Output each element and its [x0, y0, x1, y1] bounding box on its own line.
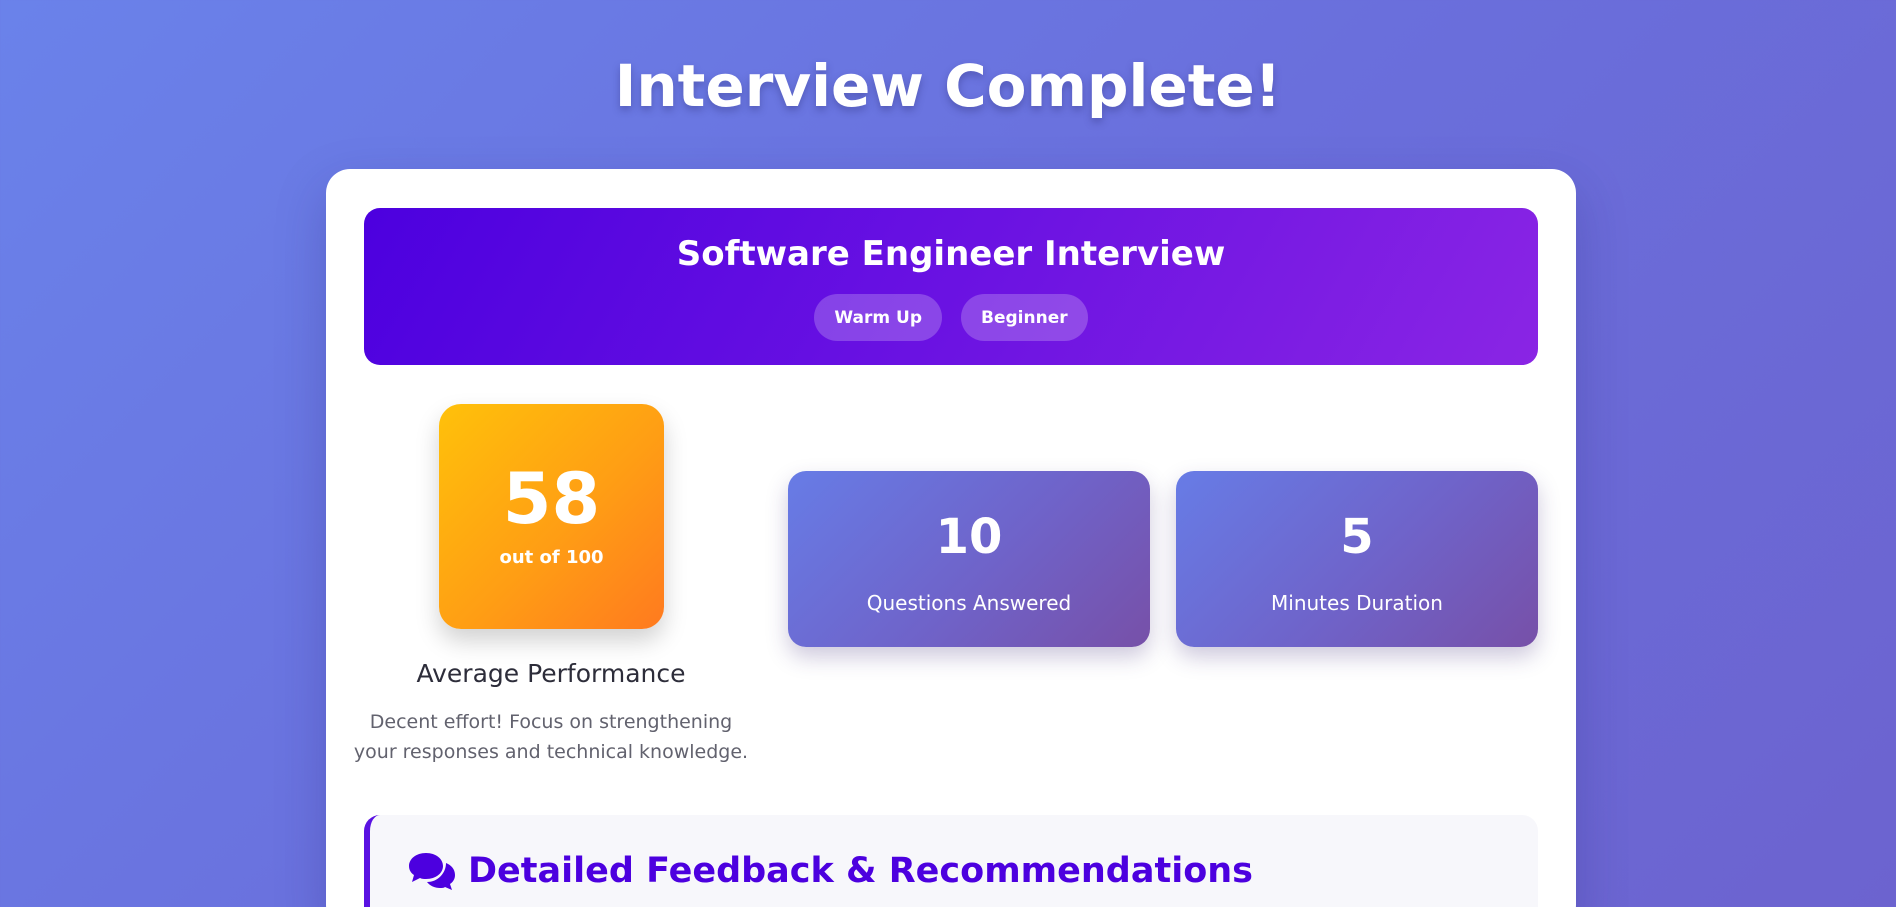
- feedback-heading: Detailed Feedback & Recommendations: [408, 851, 1253, 891]
- stat-value: 10: [935, 509, 1003, 565]
- score-value: 58: [502, 458, 601, 540]
- stat-value: 5: [1340, 509, 1374, 565]
- stat-card-duration: 5 Minutes Duration: [1176, 471, 1538, 647]
- stat-label: Minutes Duration: [1271, 591, 1443, 615]
- results-card: Software Engineer Interview Warm Up Begi…: [326, 169, 1576, 907]
- tag-warm-up: Warm Up: [814, 294, 942, 341]
- stat-card-questions: 10 Questions Answered: [788, 471, 1150, 647]
- feedback-section: Detailed Feedback & Recommendations: [364, 815, 1538, 907]
- score-subtitle: out of 100: [499, 547, 604, 568]
- performance-description: Decent effort! Focus on strengthening yo…: [353, 711, 749, 763]
- comments-icon: [409, 853, 455, 890]
- page-title: Interview Complete!: [614, 52, 1282, 120]
- feedback-title: Detailed Feedback & Recommendations: [468, 851, 1253, 891]
- interview-tags: Warm Up Beginner: [364, 294, 1538, 341]
- performance-rating: Average Performance: [416, 659, 686, 688]
- interview-title: Software Engineer Interview: [676, 234, 1226, 274]
- score-box: 58 out of 100: [439, 404, 664, 629]
- stat-label: Questions Answered: [866, 591, 1072, 615]
- tag-beginner: Beginner: [961, 294, 1088, 341]
- interview-header-banner: Software Engineer Interview Warm Up Begi…: [364, 208, 1538, 365]
